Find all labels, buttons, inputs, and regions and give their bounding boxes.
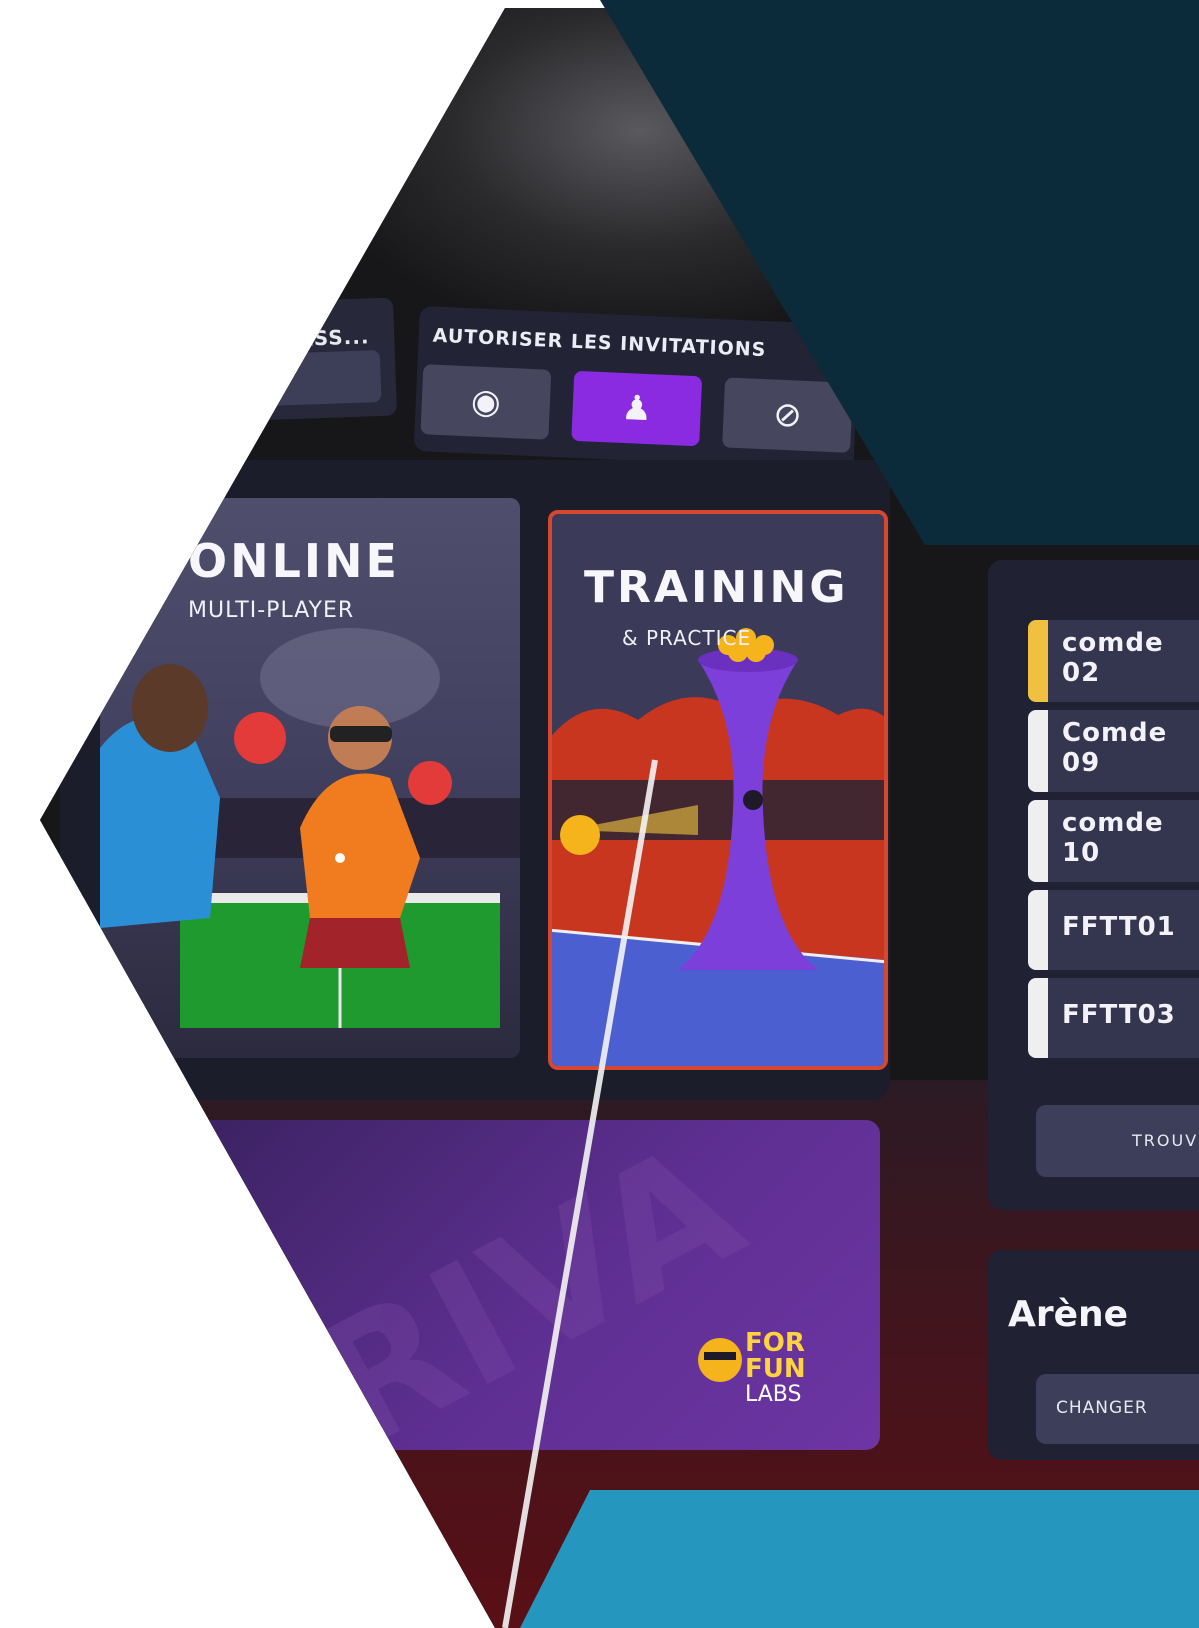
game-screenshot: ASS... AUTORISER LES INVITATIONS ◉ ♟ ⊘ O… bbox=[0, 0, 1199, 1628]
